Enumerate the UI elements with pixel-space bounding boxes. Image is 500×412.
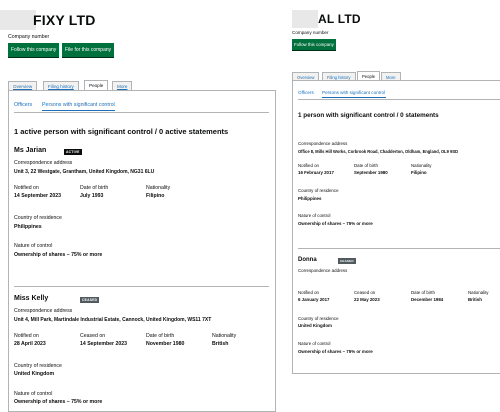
residence-value: Philippines <box>298 196 322 201</box>
notified-value: 6 January 2017 <box>298 297 330 302</box>
person-name[interactable]: Miss Kelly <box>14 295 48 302</box>
residence-label: Country of residence <box>14 215 62 221</box>
residence-label: Country of residence <box>14 363 62 369</box>
correspondence-label: Correspondence address <box>298 141 348 146</box>
psc-heading: 1 active person with significant control… <box>14 127 229 136</box>
nature-of-control-value: Ownership of shares – 75% or more <box>298 221 373 226</box>
residence-value: Philippines <box>14 224 42 230</box>
notified-value: 16 February 2017 <box>298 170 334 175</box>
nationality-value: Filipino <box>411 170 427 175</box>
dob-value: July 1993 <box>80 193 104 199</box>
dob-label: Date of birth <box>411 290 435 295</box>
nationality-label: Nationality <box>411 163 432 168</box>
status-badge: CEASED <box>338 258 356 264</box>
dob-label: Date of birth <box>80 185 109 191</box>
file-for-company-button[interactable]: File for this company <box>62 43 115 57</box>
nature-of-control-value: Ownership of shares – 75% or more <box>14 252 103 258</box>
subtab-active-underline <box>322 97 386 98</box>
subtab-psc[interactable]: Persons with significant control <box>322 90 385 95</box>
follow-company-button[interactable]: Follow this company <box>292 39 336 50</box>
company-title: AL LTD <box>318 12 361 26</box>
ceased-value: 22 May 2023 <box>354 297 380 302</box>
subtab-divider <box>298 99 500 100</box>
person-divider <box>298 248 500 249</box>
person-divider <box>14 286 269 287</box>
nationality-value: Filipino <box>146 193 165 199</box>
subtab-officers[interactable]: Officers <box>298 90 314 95</box>
correspondence-address: Office 8, Mills Hill Works, Corbrook Roa… <box>298 149 459 154</box>
notified-value: 14 September 2023 <box>14 193 62 199</box>
nature-of-control-label: Nature of control <box>298 341 331 346</box>
person-name[interactable]: Donna <box>298 257 317 263</box>
correspondence-label: Correspondence address <box>14 308 73 314</box>
ceased-value: 14 September 2023 <box>80 341 128 347</box>
subtab-active-underline <box>42 110 115 111</box>
nature-of-control-label: Nature of control <box>14 243 53 249</box>
ceased-label: Ceased on <box>354 290 376 295</box>
nationality-value: British <box>468 297 482 302</box>
redacted-name-block <box>0 10 36 30</box>
company-number-label: Company number <box>292 30 329 35</box>
status-badge: ACTIVE <box>64 149 82 155</box>
follow-company-button[interactable]: Follow this company <box>8 43 60 57</box>
notified-label: Notified on <box>14 185 39 191</box>
correspondence-address: Unit 3, 22 Westgate, Grantham, United Ki… <box>14 169 155 175</box>
subtab-psc[interactable]: Persons with significant control <box>42 102 115 108</box>
psc-heading: 1 person with significant control / 0 st… <box>298 112 439 119</box>
notified-value: 28 April 2023 <box>14 341 46 347</box>
company-title: FIXY LTD <box>33 12 96 28</box>
nationality-label: Nationality <box>146 185 171 191</box>
dob-value: November 1980 <box>146 341 185 347</box>
nature-of-control-label: Nature of control <box>298 213 331 218</box>
nature-of-control-value: Ownership of shares – 75% or more <box>14 399 103 405</box>
status-badge: CEASED <box>80 297 100 303</box>
dob-label: Date of birth <box>146 333 175 339</box>
residence-label: Country of residence <box>298 188 339 193</box>
notified-label: Notified on <box>298 163 319 168</box>
residence-value: United Kingdom <box>14 371 55 377</box>
dob-label: Date of birth <box>354 163 378 168</box>
subtab-officers[interactable]: Officers <box>14 102 32 108</box>
tab-people[interactable]: People <box>84 80 109 90</box>
nature-of-control-value: Ownership of shares – 75% or more <box>298 349 373 354</box>
people-panel <box>292 80 500 374</box>
redacted-name-block <box>292 10 318 28</box>
dob-value: December 1984 <box>411 297 444 302</box>
person-name[interactable]: Ms Jarian <box>14 147 46 154</box>
company-number-label: Company number <box>8 34 50 40</box>
nationality-label: Nationality <box>212 333 237 339</box>
notified-label: Notified on <box>298 290 319 295</box>
nationality-label: Nationality <box>468 290 489 295</box>
notified-label: Notified on <box>14 333 39 339</box>
dob-value: September 1980 <box>354 170 388 175</box>
nationality-value: British <box>212 341 229 347</box>
ceased-label: Ceased on <box>80 333 106 339</box>
correspondence-address: Unit 4, Mill Park, Martindale Industrial… <box>14 317 212 323</box>
nature-of-control-label: Nature of control <box>14 391 53 397</box>
subtab-divider <box>14 112 269 113</box>
residence-label: Country of residence <box>298 316 339 321</box>
correspondence-label: Correspondence address <box>14 160 73 166</box>
residence-value: United Kingdom <box>298 323 332 328</box>
correspondence-label: Correspondence address <box>298 268 348 273</box>
